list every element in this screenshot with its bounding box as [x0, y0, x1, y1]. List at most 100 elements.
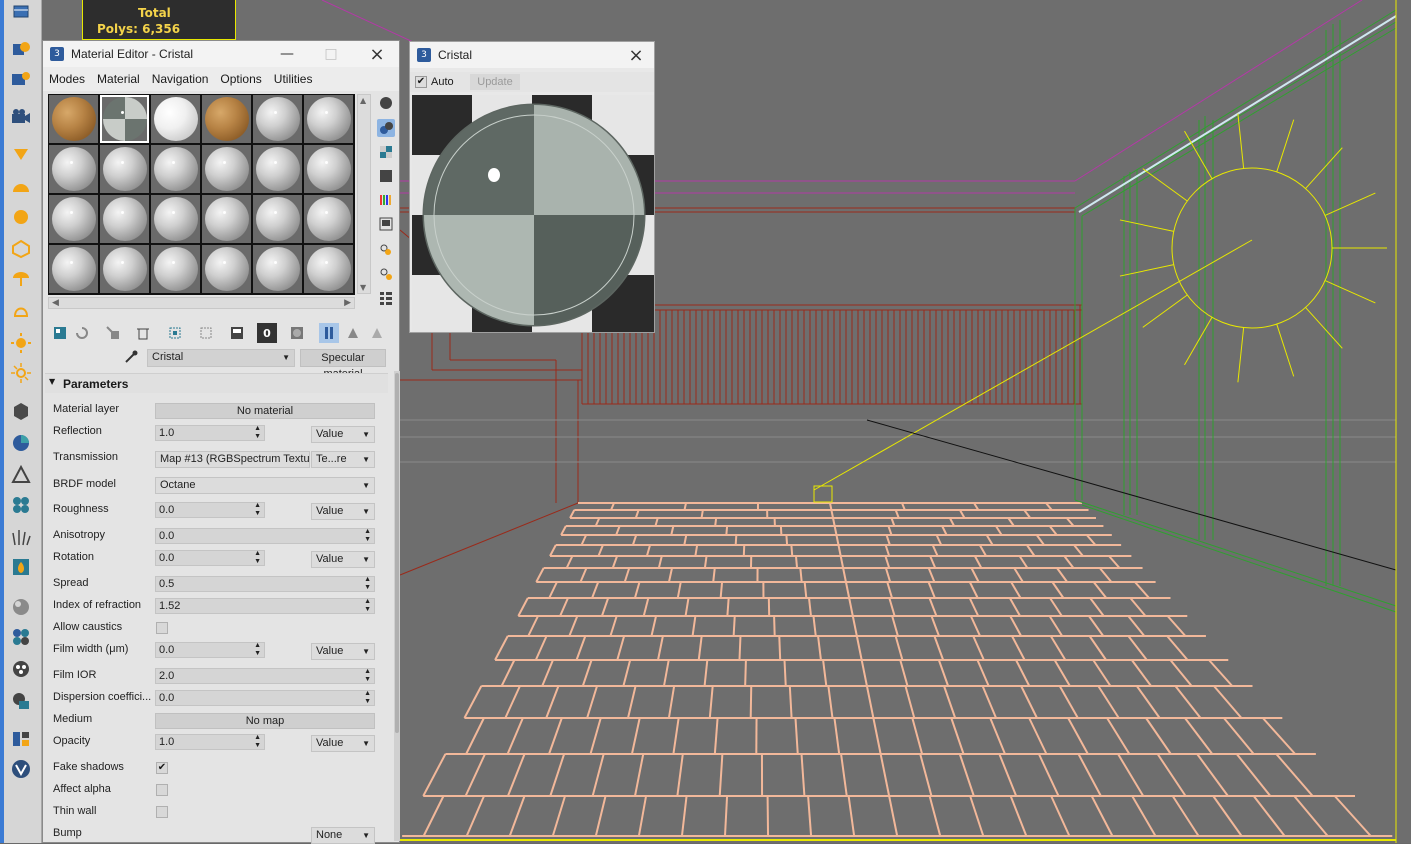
displacement-icon[interactable] [9, 432, 33, 454]
get-material-icon[interactable] [50, 323, 70, 343]
go-forward-sibling-icon[interactable] [367, 323, 387, 343]
layers-icon[interactable] [9, 728, 33, 750]
scatter-icon[interactable] [9, 464, 33, 486]
menu-utilities[interactable]: Utilities [268, 72, 319, 86]
material-name-field[interactable]: Cristal ▼ [147, 349, 295, 367]
material-editor-titlebar[interactable]: 3 Material Editor - Cristal — □ × [43, 41, 399, 67]
render-settings-icon[interactable] [9, 690, 33, 712]
params-scroll-thumb[interactable] [395, 373, 399, 733]
make-unique-icon[interactable] [165, 323, 185, 343]
roughness-spinner[interactable]: 0.0▲▼ [155, 502, 265, 518]
scroll-up-icon[interactable]: ▲ [360, 96, 366, 105]
box-icon[interactable] [9, 0, 33, 22]
rotation-spinner[interactable]: 0.0▲▼ [155, 550, 265, 566]
transmission-map-button[interactable]: Map #13 (RGBSpectrum Texture [155, 451, 310, 468]
scroll-right-icon[interactable]: ▶ [344, 298, 351, 308]
show-end-result-icon[interactable] [319, 323, 339, 343]
backlight-icon[interactable] [377, 119, 395, 137]
sample-slot[interactable] [49, 245, 98, 293]
sample-slot[interactable] [253, 195, 302, 243]
transmission-mode-dropdown[interactable]: Te...re▼ [311, 451, 375, 468]
select-by-material-icon[interactable] [377, 265, 395, 283]
show-shaded-material-icon[interactable] [287, 323, 307, 343]
video-color-check-icon[interactable] [377, 191, 395, 209]
menu-navigation[interactable]: Navigation [146, 72, 215, 86]
sample-slot[interactable] [151, 245, 200, 293]
sample-slot[interactable] [253, 245, 302, 293]
sample-slot[interactable] [100, 145, 149, 193]
sample-slot[interactable] [49, 195, 98, 243]
put-to-scene-icon[interactable] [72, 323, 92, 343]
reflection-spinner[interactable]: 1.0▲▼ [155, 425, 265, 441]
assign-to-selection-icon[interactable] [103, 323, 123, 343]
spot-light-icon[interactable] [9, 144, 33, 166]
uv-tiling-icon[interactable] [377, 167, 395, 185]
menu-material[interactable]: Material [91, 72, 146, 86]
sample-slot[interactable] [202, 245, 251, 293]
update-button[interactable]: Update [470, 74, 520, 90]
menu-modes[interactable]: Modes [43, 72, 91, 86]
sample-slot[interactable] [49, 95, 98, 143]
sample-slot[interactable] [202, 95, 251, 143]
material-sphere-icon[interactable] [9, 596, 33, 618]
umbrella-light-icon[interactable] [9, 268, 33, 290]
sample-slot[interactable] [253, 95, 302, 143]
opacity-spinner[interactable]: 1.0▲▼ [155, 734, 265, 750]
sample-slot[interactable] [151, 195, 200, 243]
affect-alpha-checkbox[interactable] [156, 784, 168, 796]
options-icon[interactable] [377, 241, 395, 259]
material-layer-button[interactable]: No material [155, 403, 375, 419]
fake-shadows-checkbox[interactable]: ✔ [156, 762, 168, 774]
dispersion-spinner[interactable]: 0.0▲▼ [155, 690, 375, 706]
proxy-icon[interactable] [9, 400, 33, 422]
make-preview-icon[interactable] [377, 215, 395, 233]
sample-slot[interactable] [100, 245, 149, 293]
sample-slot[interactable] [304, 145, 353, 193]
medium-map-button[interactable]: No map [155, 713, 375, 729]
sun-icon[interactable] [9, 332, 33, 354]
anisotropy-spinner[interactable]: 0.0▲▼ [155, 528, 375, 544]
texture-icon[interactable] [9, 658, 33, 680]
material-navigator-icon[interactable] [377, 289, 395, 307]
bump-mode-dropdown[interactable]: None▼ [311, 827, 375, 844]
sample-slot[interactable] [202, 145, 251, 193]
thin-wall-checkbox[interactable] [156, 806, 168, 818]
sample-slot[interactable] [253, 145, 302, 193]
slots-horizontal-scrollbar[interactable]: ◀ ▶ [48, 297, 355, 309]
sample-slot[interactable] [100, 195, 149, 243]
render-list-icon[interactable] [9, 68, 33, 90]
fur-icon[interactable] [9, 526, 33, 548]
opacity-mode-dropdown[interactable]: Value▼ [311, 735, 375, 752]
preview-titlebar[interactable]: 3 Cristal × [410, 42, 654, 68]
params-scrollbar[interactable] [394, 371, 400, 841]
close-button[interactable]: × [355, 41, 399, 67]
instances-icon[interactable] [9, 494, 33, 516]
slots-vertical-scrollbar[interactable]: ▲ ▼ [357, 94, 371, 294]
scroll-left-icon[interactable]: ◀ [52, 298, 59, 308]
eyedropper-icon[interactable] [123, 349, 139, 365]
sample-slot[interactable] [304, 195, 353, 243]
go-to-parent-icon[interactable] [343, 323, 363, 343]
sample-slot[interactable] [304, 95, 353, 143]
daylight-icon[interactable] [9, 362, 33, 384]
background-icon[interactable] [377, 143, 395, 161]
parameters-rollout-header[interactable]: ▼ Parameters [45, 373, 388, 393]
roughness-mode-dropdown[interactable]: Value▼ [311, 503, 375, 520]
dome-light-icon[interactable] [9, 176, 33, 198]
spread-spinner[interactable]: 0.5▲▼ [155, 576, 375, 592]
film-ior-spinner[interactable]: 2.0▲▼ [155, 668, 375, 684]
film-width-spinner[interactable]: 0.0▲▼ [155, 642, 265, 658]
scroll-down-icon[interactable]: ▼ [360, 283, 366, 292]
volume-icon[interactable] [9, 556, 33, 578]
sample-slot[interactable] [49, 145, 98, 193]
auto-checkbox[interactable]: ✔ [415, 76, 427, 88]
maximize-button[interactable]: □ [309, 41, 353, 67]
delete-icon[interactable] [133, 323, 153, 343]
material-palette-icon[interactable] [9, 626, 33, 648]
shape-light-icon[interactable] [9, 300, 33, 322]
film-width-mode-dropdown[interactable]: Value▼ [311, 643, 375, 660]
sample-slot[interactable] [151, 95, 200, 143]
reflection-mode-dropdown[interactable]: Value▼ [311, 426, 375, 443]
geometry-icon[interactable] [9, 238, 33, 260]
sample-slot[interactable] [304, 245, 353, 293]
